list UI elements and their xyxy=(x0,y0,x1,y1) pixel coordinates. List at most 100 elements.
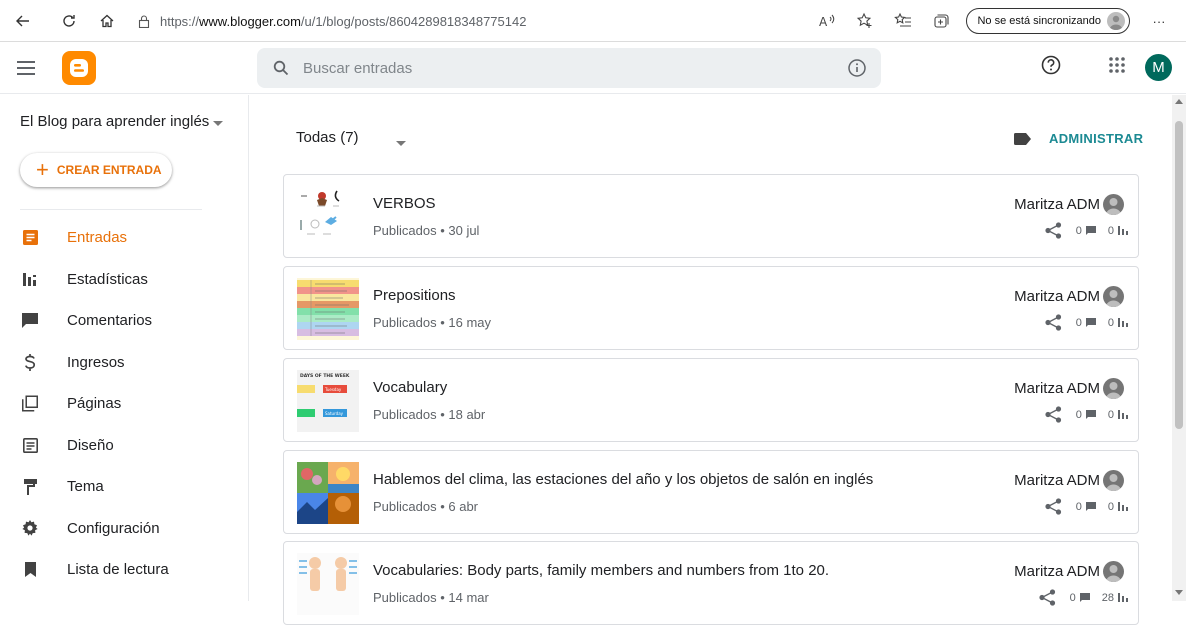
favorite-add-icon[interactable] xyxy=(850,6,880,36)
theme-icon xyxy=(22,478,38,495)
post-stats: 0 0 xyxy=(1045,314,1128,331)
post-row[interactable]: DAYS OF THE WEEK Tuesday Saturday Vocabu… xyxy=(283,358,1139,442)
comment-count: 0 xyxy=(1075,408,1082,421)
author-avatar-icon xyxy=(1103,194,1124,215)
sidebar-item-configuracion[interactable]: Configuración xyxy=(0,508,249,550)
favorites-icon[interactable] xyxy=(888,6,918,36)
sidebar-item-lista-de-lectura[interactable]: Lista de lectura xyxy=(0,549,249,591)
post-title[interactable]: Vocabulary xyxy=(373,379,447,396)
comment-icon xyxy=(1085,318,1096,327)
sidebar-item-tema[interactable]: Tema xyxy=(0,466,249,508)
post-row[interactable]: Prepositions Publicados • 16 may Maritza… xyxy=(283,266,1139,350)
sidebar-item-label: Configuración xyxy=(67,519,160,537)
sidebar-item-estadisticas[interactable]: Estadísticas xyxy=(0,259,249,301)
sidebar-item-diseno[interactable]: Diseño xyxy=(0,425,249,467)
sidebar-item-label: Ingresos xyxy=(67,353,125,371)
post-status: Publicados • 30 jul xyxy=(373,223,480,238)
author-name: Maritza ADM xyxy=(1014,380,1100,397)
view-count: 0 xyxy=(1107,224,1114,237)
post-stats: 0 0 xyxy=(1045,222,1128,239)
scrollbar-thumb[interactable] xyxy=(1175,121,1183,429)
sync-label: No se está sincronizando xyxy=(977,15,1101,27)
blogger-logo-icon[interactable] xyxy=(62,51,96,85)
dollar-icon xyxy=(22,353,38,371)
posts-icon xyxy=(22,230,38,246)
more-options-icon[interactable]: ··· xyxy=(1144,6,1174,36)
search-icon[interactable] xyxy=(273,60,289,76)
blog-name: El Blog para aprender inglés xyxy=(20,113,210,130)
share-icon[interactable] xyxy=(1045,222,1062,239)
address-bar[interactable]: https://www.blogger.com/u/1/blog/posts/8… xyxy=(138,6,838,36)
posts-filter-dropdown[interactable]: Todas (7) xyxy=(296,129,359,146)
scroll-up-icon[interactable] xyxy=(1175,99,1183,104)
views-bar-icon xyxy=(1118,318,1128,327)
hamburger-menu-icon[interactable] xyxy=(14,56,38,80)
view-count: 0 xyxy=(1107,408,1114,421)
post-thumbnail: DAYS OF THE WEEK Tuesday Saturday xyxy=(297,370,359,432)
author-avatar-icon xyxy=(1103,286,1124,307)
sync-status-button[interactable]: No se está sincronizando xyxy=(966,8,1130,34)
post-row[interactable]: Vocabularies: Body parts, family members… xyxy=(283,541,1139,625)
author-avatar-icon xyxy=(1103,470,1124,491)
blog-selector[interactable]: El Blog para aprender inglés xyxy=(20,113,230,130)
comment-count: 0 xyxy=(1069,591,1076,604)
sidebar-item-paginas[interactable]: Páginas xyxy=(0,383,249,425)
lock-icon xyxy=(138,14,150,28)
refresh-icon[interactable] xyxy=(54,6,84,36)
collections-icon[interactable] xyxy=(926,6,956,36)
account-avatar[interactable]: M xyxy=(1145,54,1172,81)
share-icon[interactable] xyxy=(1045,498,1062,515)
search-input[interactable] xyxy=(303,59,823,77)
url-prefix: https:// xyxy=(160,13,200,29)
chevron-down-icon xyxy=(213,121,223,126)
search-bar xyxy=(257,48,881,88)
post-title[interactable]: VERBOS xyxy=(373,195,436,212)
post-thumbnail xyxy=(297,186,359,248)
home-icon[interactable] xyxy=(92,6,122,36)
view-count: 0 xyxy=(1107,316,1114,329)
pages-icon xyxy=(22,395,38,412)
scroll-down-icon[interactable] xyxy=(1175,590,1183,595)
share-icon[interactable] xyxy=(1039,589,1056,606)
create-post-label: CREAR ENTRADA xyxy=(56,163,162,177)
main-scrollbar[interactable] xyxy=(1172,95,1186,601)
chevron-down-icon[interactable] xyxy=(396,141,406,146)
back-icon[interactable] xyxy=(8,6,38,36)
post-row[interactable]: Hablemos del clima, las estaciones del a… xyxy=(283,450,1139,534)
help-icon[interactable] xyxy=(1040,54,1062,76)
sidebar-item-comentarios[interactable]: Comentarios xyxy=(0,300,249,342)
author-name: Maritza ADM xyxy=(1014,196,1100,213)
sidebar-item-label: Entradas xyxy=(67,229,128,247)
post-status: Publicados • 14 mar xyxy=(373,590,489,605)
sidebar-item-ingresos[interactable]: Ingresos xyxy=(0,342,249,384)
sidebar-item-label: Páginas xyxy=(67,395,122,413)
post-title[interactable]: Vocabularies: Body parts, family members… xyxy=(373,562,829,579)
create-post-button[interactable]: + CREAR ENTRADA xyxy=(20,153,172,187)
comment-icon xyxy=(1085,226,1096,235)
sidebar-item-label: Estadísticas xyxy=(67,270,148,288)
apps-grid-icon[interactable] xyxy=(1108,56,1126,74)
post-row[interactable]: VERBOS Publicados • 30 jul Maritza ADM 0… xyxy=(283,174,1139,258)
author-name: Maritza ADM xyxy=(1014,288,1100,305)
post-author: Maritza ADM xyxy=(1014,286,1124,307)
post-title[interactable]: Hablemos del clima, las estaciones del a… xyxy=(373,471,873,488)
comment-count: 0 xyxy=(1075,500,1082,513)
manage-labels-button[interactable]: ADMINISTRAR xyxy=(1049,131,1143,146)
post-stats: 0 28 xyxy=(1039,589,1128,606)
author-name: Maritza ADM xyxy=(1014,472,1100,489)
sidebar-item-entradas[interactable]: Entradas xyxy=(0,217,249,259)
search-info-icon[interactable] xyxy=(847,58,867,78)
post-author: Maritza ADM xyxy=(1014,470,1124,491)
label-icon[interactable] xyxy=(1014,133,1031,145)
post-author: Maritza ADM xyxy=(1014,378,1124,399)
read-aloud-icon[interactable]: A xyxy=(812,6,842,36)
post-thumbnail xyxy=(297,278,359,340)
svg-text:A: A xyxy=(819,15,828,29)
stats-icon xyxy=(22,271,38,287)
share-icon[interactable] xyxy=(1045,314,1062,331)
author-avatar-icon xyxy=(1103,378,1124,399)
share-icon[interactable] xyxy=(1045,406,1062,423)
url-host: www.blogger.com xyxy=(199,13,301,29)
post-title[interactable]: Prepositions xyxy=(373,287,456,304)
bookmark-icon xyxy=(22,562,38,578)
